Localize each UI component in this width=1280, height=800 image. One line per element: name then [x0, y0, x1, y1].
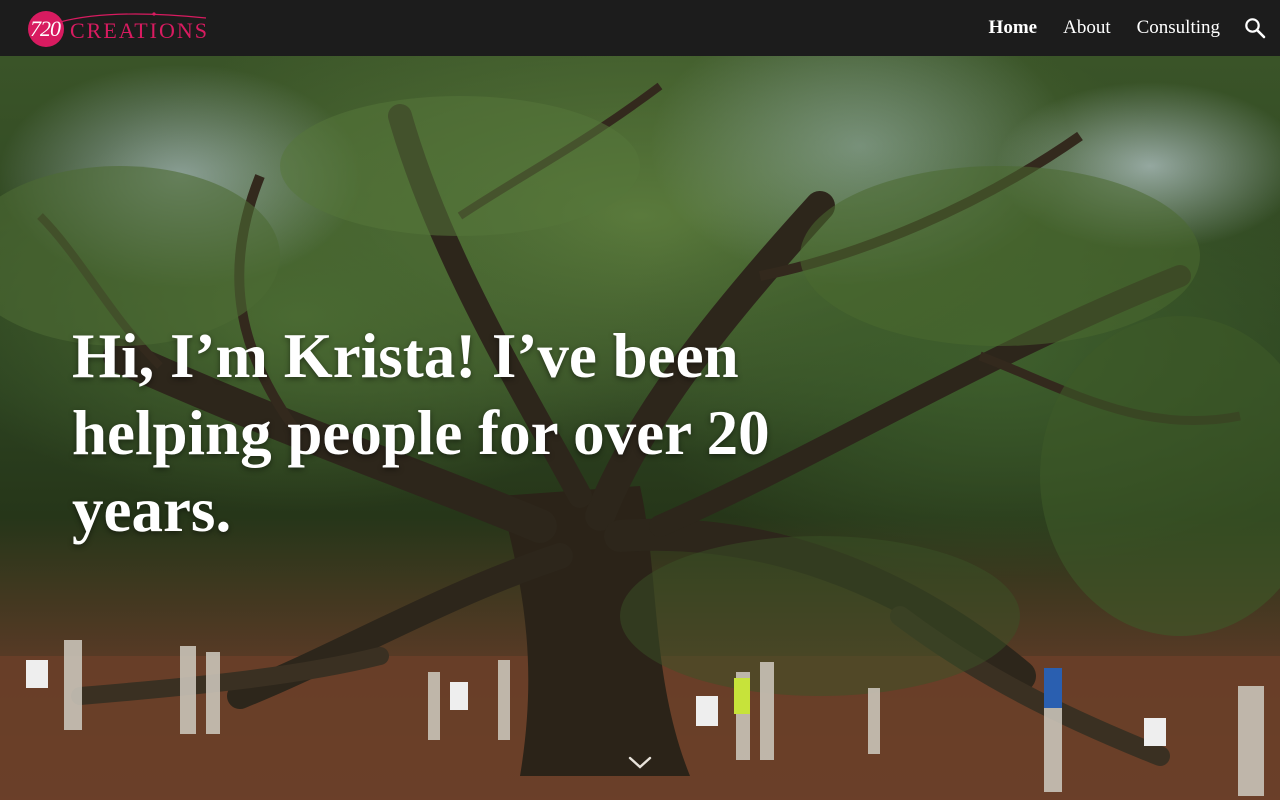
nav-home[interactable]: Home [989, 16, 1038, 40]
logo-wordmark: CREATIONS [70, 18, 210, 43]
site-header: 720 CREATIONS Home About Consulting [0, 0, 1280, 56]
chevron-down-icon[interactable] [626, 752, 654, 772]
nav-consulting[interactable]: Consulting [1137, 16, 1220, 40]
site-logo[interactable]: 720 CREATIONS [28, 10, 208, 48]
hero-headline: Hi, I’m Krista! I’ve been helping people… [72, 321, 770, 545]
nav-about[interactable]: About [1063, 16, 1111, 40]
search-icon[interactable] [1244, 17, 1266, 39]
main-nav: Home About Consulting [989, 16, 1220, 40]
logo-number: 720 [30, 16, 61, 41]
hero-section: Hi, I’m Krista! I’ve been helping people… [0, 56, 1280, 800]
